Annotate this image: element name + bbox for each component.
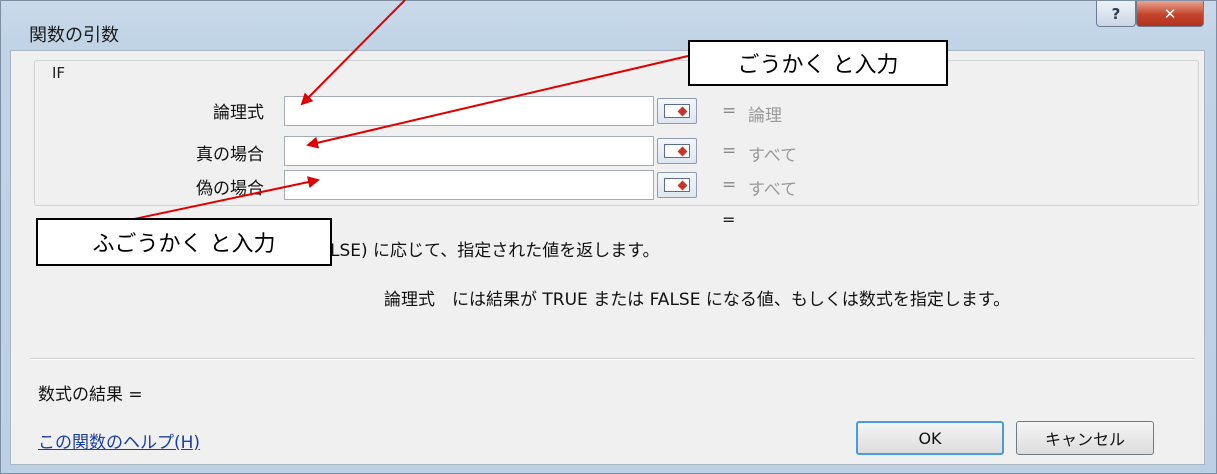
help-button[interactable]: ? xyxy=(1096,1,1136,27)
function-description: LSE) に応じて、指定された値を返します。 xyxy=(330,241,660,261)
argument-label: 真の場合 xyxy=(196,145,264,165)
divider xyxy=(30,358,1195,360)
value-if-false-input[interactable] xyxy=(284,170,654,200)
collapse-dialog-icon xyxy=(664,178,690,192)
collapse-dialog-icon xyxy=(664,144,690,158)
cancel-button[interactable]: キャンセル xyxy=(1016,421,1154,455)
formula-result: 数式の結果 = xyxy=(38,385,143,405)
equals-sign: = xyxy=(722,175,737,195)
range-select-button[interactable] xyxy=(657,172,697,198)
callout-value-if-false: ふごうかく と入力 xyxy=(36,218,332,266)
value-if-true-input[interactable] xyxy=(284,136,654,166)
callout-value-if-true: ごうかく と入力 xyxy=(688,40,948,86)
ok-button[interactable]: OK xyxy=(856,421,1004,455)
range-select-button[interactable] xyxy=(657,98,697,124)
argument-label: 偽の場合 xyxy=(196,179,264,199)
range-select-button[interactable] xyxy=(657,138,697,164)
function-result-equals: = xyxy=(722,210,736,229)
argument-type-hint: すべて xyxy=(748,146,798,166)
argument-label: 論理式 xyxy=(213,103,264,123)
argument-description: 論理式 には結果が TRUE または FALSE になる値、もしくは数式を指定し… xyxy=(384,290,1011,310)
collapse-dialog-icon xyxy=(664,104,690,118)
question-icon: ? xyxy=(1111,4,1121,23)
dialog-title: 関数の引数 xyxy=(29,25,119,46)
close-button[interactable]: ✕ xyxy=(1136,1,1204,27)
argument-type-hint: 論理 xyxy=(748,106,782,126)
logical-test-input[interactable] xyxy=(284,96,654,126)
equals-sign: = xyxy=(722,141,737,161)
function-help-link[interactable]: この関数のヘルプ(H) xyxy=(38,428,200,453)
argument-type-hint: すべて xyxy=(748,180,798,200)
equals-sign: = xyxy=(722,101,737,121)
function-name: IF xyxy=(52,64,66,82)
close-icon: ✕ xyxy=(1163,4,1177,23)
